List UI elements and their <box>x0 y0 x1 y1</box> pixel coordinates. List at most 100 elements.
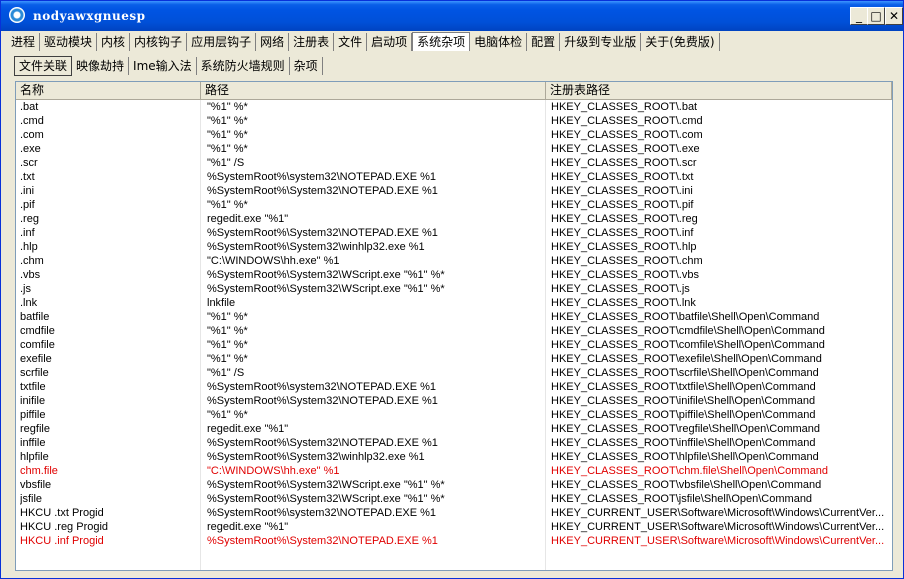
tab-7[interactable]: 文件 <box>334 33 368 51</box>
table-row[interactable]: txtfile %SystemRoot%\system32\NOTEPAD.EXE… <box>16 380 892 394</box>
cell-name: HKCU .inf Progid <box>20 535 104 547</box>
table-row[interactable]: .js %SystemRoot%\System32\WScript.exe "%1… <box>16 282 892 296</box>
table-row[interactable]: .vbs %SystemRoot%\System32\WScript.exe "%… <box>16 268 892 282</box>
list-rows: .bat "%1" %* HKEY_CLASSES_ROOT\.bat .cmd "%1… <box>16 100 892 548</box>
table-row[interactable]: vbsfile %SystemRoot%\System32\WScript.exe… <box>16 478 892 492</box>
cell-name: vbsfile <box>20 479 52 491</box>
column-header-registry-path[interactable]: 注册表路径 <box>546 82 892 99</box>
table-row[interactable]: cmdfile "%1" %* HKEY_CLASSES_ROOT\cmdfile\… <box>16 324 892 338</box>
table-row[interactable]: HKCU .txt Progid %SystemRoot%\system32\NO… <box>16 506 892 520</box>
cell-name: .reg <box>20 213 39 225</box>
cell-name: .pif <box>20 199 35 211</box>
cell-name: comfile <box>20 339 55 351</box>
cell-registry-path: HKEY_CLASSES_ROOT\scrfile\Shell\Open\Com… <box>551 367 819 379</box>
subtab-1[interactable]: 映像劫持 <box>72 57 130 75</box>
column-header-name[interactable]: 名称 <box>16 82 201 99</box>
table-row[interactable]: jsfile %SystemRoot%\System32\WScript.exe … <box>16 492 892 506</box>
close-button[interactable]: ✕ <box>885 7 903 25</box>
cell-path: %SystemRoot%\System32\WScript.exe "%1" %… <box>207 283 445 295</box>
file-association-list[interactable]: 名称 路径 注册表路径 .bat "%1" %* HKEY_CLASSES_ROOT… <box>15 81 893 571</box>
cell-name: batfile <box>20 311 50 323</box>
cell-path: %SystemRoot%\System32\NOTEPAD.EXE %1 <box>207 185 438 197</box>
cell-path: %SystemRoot%\System32\winhlp32.exe %1 <box>207 241 425 253</box>
cell-path: %SystemRoot%\System32\NOTEPAD.EXE %1 <box>207 227 438 239</box>
title-bar[interactable]: nodyawxgnuesp _ □ ✕ <box>1 1 903 31</box>
cell-name: .inf <box>20 227 35 239</box>
cell-registry-path: HKEY_CURRENT_USER\Software\Microsoft\Win… <box>551 535 885 547</box>
tab-10[interactable]: 电脑体检 <box>470 33 528 51</box>
subtab-0[interactable]: 文件关联 <box>14 56 73 76</box>
cell-name: .vbs <box>20 269 41 281</box>
table-row[interactable]: .chm "C:\WINDOWS\hh.exe" %1 HKEY_CLASSES_R… <box>16 254 892 268</box>
table-row[interactable]: .scr "%1" /S HKEY_CLASSES_ROOT\.scr <box>16 156 892 170</box>
tab-4[interactable]: 应用层钩子 <box>187 33 257 51</box>
tab-13[interactable]: 关于(免费版) <box>641 33 720 51</box>
cell-path: "%1" %* <box>207 409 248 421</box>
table-row[interactable]: chm.file "C:\WINDOWS\hh.exe" %1 HKEY_CLASS… <box>16 464 892 478</box>
cell-registry-path: HKEY_CLASSES_ROOT\vbsfile\Shell\Open\Com… <box>551 479 822 491</box>
cell-registry-path: HKEY_CURRENT_USER\Software\Microsoft\Win… <box>551 521 885 533</box>
cell-name: .exe <box>20 143 41 155</box>
cell-registry-path: HKEY_CLASSES_ROOT\.hlp <box>551 241 697 253</box>
cell-path: regedit.exe "%1" <box>207 423 289 435</box>
cell-registry-path: HKEY_CLASSES_ROOT\.exe <box>551 143 700 155</box>
tab-6[interactable]: 注册表 <box>289 33 335 51</box>
cell-path: regedit.exe "%1" <box>207 213 289 225</box>
cell-registry-path: HKEY_CLASSES_ROOT\.chm <box>551 255 703 267</box>
list-header: 名称 路径 注册表路径 <box>16 82 892 100</box>
table-row[interactable]: scrfile "%1" /S HKEY_CLASSES_ROOT\scrfile\… <box>16 366 892 380</box>
cell-path: %SystemRoot%\System32\WScript.exe "%1" %… <box>207 493 445 505</box>
tab-9[interactable]: 系统杂项 <box>412 32 471 51</box>
cell-path: "%1" %* <box>207 129 248 141</box>
maximize-button[interactable]: □ <box>867 7 885 25</box>
table-row[interactable]: .bat "%1" %* HKEY_CLASSES_ROOT\.bat <box>16 100 892 114</box>
table-row[interactable]: batfile "%1" %* HKEY_CLASSES_ROOT\batfile\… <box>16 310 892 324</box>
cell-name: .com <box>20 129 44 141</box>
cell-registry-path: HKEY_CLASSES_ROOT\comfile\Shell\Open\Com… <box>551 339 825 351</box>
table-row[interactable]: inffile %SystemRoot%\System32\NOTEPAD.EXE… <box>16 436 892 450</box>
table-row[interactable]: regfile regedit.exe "%1" HKEY_CLASSES_ROOT… <box>16 422 892 436</box>
table-row[interactable]: HKCU .reg Progid regedit.exe "%1" HKEY_CUR… <box>16 520 892 534</box>
cell-registry-path: HKEY_CLASSES_ROOT\inifile\Shell\Open\Com… <box>551 395 816 407</box>
subtab-2[interactable]: Ime输入法 <box>129 57 197 75</box>
table-row[interactable]: .hlp %SystemRoot%\System32\winhlp32.exe %… <box>16 240 892 254</box>
column-header-path[interactable]: 路径 <box>201 82 546 99</box>
tab-1[interactable]: 驱动模块 <box>40 33 98 51</box>
minimize-button[interactable]: _ <box>850 7 868 25</box>
table-row[interactable]: inifile %SystemRoot%\System32\NOTEPAD.EXE… <box>16 394 892 408</box>
table-row[interactable]: .exe "%1" %* HKEY_CLASSES_ROOT\.exe <box>16 142 892 156</box>
table-row[interactable]: hlpfile %SystemRoot%\System32\winhlp32.ex… <box>16 450 892 464</box>
table-row[interactable]: HKCU .inf Progid %SystemRoot%\System32\NO… <box>16 534 892 548</box>
cell-name: HKCU .txt Progid <box>20 507 104 519</box>
table-row[interactable]: .reg regedit.exe "%1" HKEY_CLASSES_ROOT\.r… <box>16 212 892 226</box>
tab-11[interactable]: 配置 <box>527 33 561 51</box>
cell-name: regfile <box>20 423 50 435</box>
tab-3[interactable]: 内核钩子 <box>130 33 188 51</box>
table-row[interactable]: .cmd "%1" %* HKEY_CLASSES_ROOT\.cmd <box>16 114 892 128</box>
tab-0[interactable]: 进程 <box>7 33 41 51</box>
table-row[interactable]: .txt %SystemRoot%\system32\NOTEPAD.EXE %1… <box>16 170 892 184</box>
tab-12[interactable]: 升级到专业版 <box>560 33 642 51</box>
table-row[interactable]: .com "%1" %* HKEY_CLASSES_ROOT\.com <box>16 128 892 142</box>
table-row[interactable]: exefile "%1" %* HKEY_CLASSES_ROOT\exefile\… <box>16 352 892 366</box>
subtab-3[interactable]: 系统防火墙规则 <box>197 57 290 75</box>
cell-registry-path: HKEY_CLASSES_ROOT\chm.file\Shell\Open\Co… <box>551 465 828 477</box>
cell-path: "%1" %* <box>207 339 248 351</box>
cell-registry-path: HKEY_CLASSES_ROOT\jsfile\Shell\Open\Comm… <box>551 493 813 505</box>
table-row[interactable]: .ini %SystemRoot%\System32\NOTEPAD.EXE %1… <box>16 184 892 198</box>
table-row[interactable]: .inf %SystemRoot%\System32\NOTEPAD.EXE %1… <box>16 226 892 240</box>
cell-registry-path: HKEY_CLASSES_ROOT\txtfile\Shell\Open\Com… <box>551 381 816 393</box>
table-row[interactable]: .pif "%1" %* HKEY_CLASSES_ROOT\.pif <box>16 198 892 212</box>
table-row[interactable]: comfile "%1" %* HKEY_CLASSES_ROOT\comfile\… <box>16 338 892 352</box>
cell-registry-path: HKEY_CLASSES_ROOT\.txt <box>551 171 694 183</box>
subtab-4[interactable]: 杂项 <box>290 57 323 75</box>
table-row[interactable]: .lnk lnkfile HKEY_CLASSES_ROOT\.lnk <box>16 296 892 310</box>
cell-name: piffile <box>20 409 46 421</box>
cell-name: inffile <box>20 437 46 449</box>
tab-2[interactable]: 内核 <box>97 33 131 51</box>
sub-tab-bar: 文件关联 映像劫持 Ime输入法 系统防火墙规则 杂项 <box>14 56 323 76</box>
cell-path: regedit.exe "%1" <box>207 521 289 533</box>
table-row[interactable]: piffile "%1" %* HKEY_CLASSES_ROOT\piffile\… <box>16 408 892 422</box>
tab-5[interactable]: 网络 <box>256 33 290 51</box>
tab-8[interactable]: 启动项 <box>367 33 413 51</box>
